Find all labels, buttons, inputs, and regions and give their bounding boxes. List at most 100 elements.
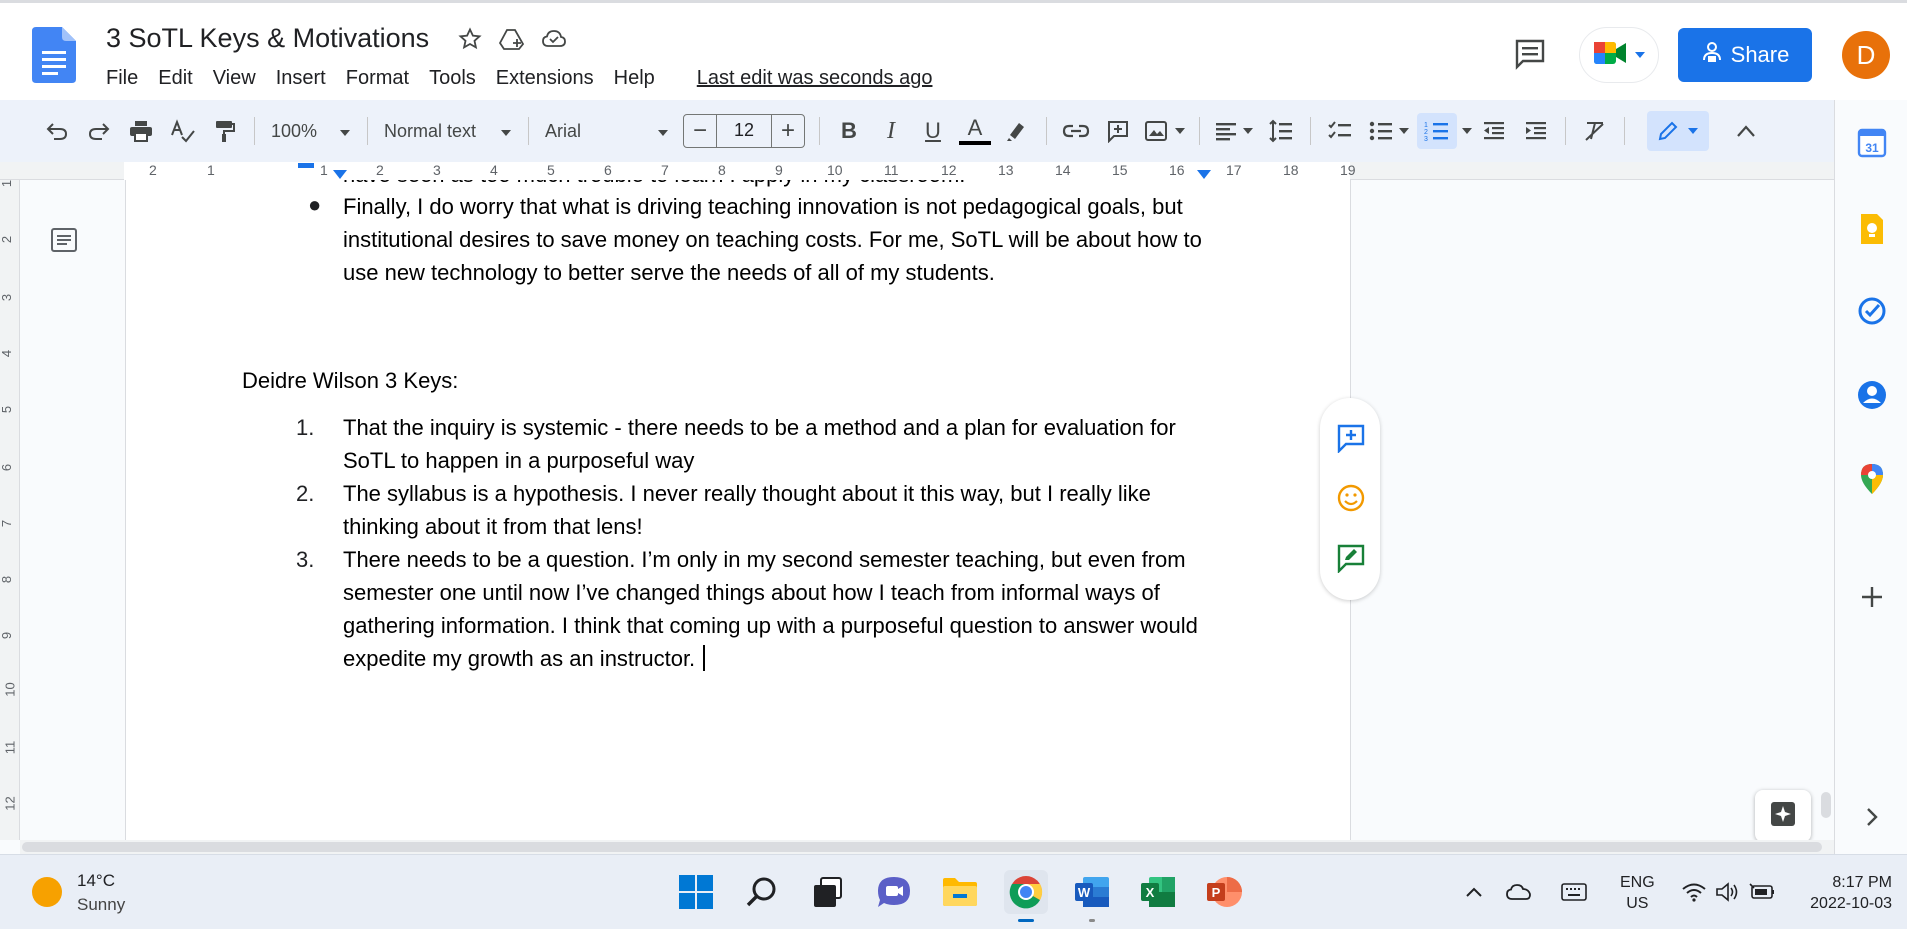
comment-history-icon[interactable] bbox=[1510, 33, 1550, 73]
chevron-up-icon[interactable] bbox=[1452, 870, 1496, 914]
document-outline-icon[interactable] bbox=[50, 226, 78, 254]
insert-link-icon[interactable] bbox=[1055, 111, 1097, 151]
last-edit-link[interactable]: Last edit was seconds ago bbox=[687, 67, 943, 90]
bulleted-list-icon[interactable] bbox=[1361, 111, 1417, 151]
font-size-control: − 12 + bbox=[683, 114, 805, 148]
ruler-number: 7 bbox=[661, 162, 669, 178]
undo-icon[interactable] bbox=[36, 111, 78, 151]
redo-icon[interactable] bbox=[78, 111, 120, 151]
horizontal-scrollbar[interactable] bbox=[20, 840, 1834, 854]
battery-icon[interactable] bbox=[1740, 870, 1784, 914]
chrome-icon[interactable] bbox=[1004, 870, 1048, 922]
decrease-indent-icon[interactable] bbox=[1473, 111, 1515, 151]
menu-edit[interactable]: Edit bbox=[148, 67, 202, 90]
keep-icon[interactable] bbox=[1855, 212, 1889, 246]
account-avatar[interactable]: D bbox=[1842, 31, 1890, 79]
meet-icon bbox=[1592, 38, 1630, 73]
file-explorer-icon[interactable] bbox=[938, 870, 982, 914]
menu-extensions[interactable]: Extensions bbox=[486, 67, 604, 90]
sun-icon[interactable] bbox=[32, 877, 62, 907]
tasks-icon[interactable] bbox=[1855, 294, 1889, 328]
add-addon-icon[interactable] bbox=[1855, 580, 1889, 614]
underline-button[interactable]: U bbox=[912, 111, 954, 151]
menu-format[interactable]: Format bbox=[336, 67, 419, 90]
paragraph-style-select[interactable]: Normal text bbox=[376, 111, 520, 151]
ruler-number: 10 bbox=[2, 682, 18, 697]
share-button[interactable]: Share bbox=[1678, 28, 1812, 82]
line-spacing-icon[interactable] bbox=[1260, 111, 1302, 151]
add-comment-float-icon[interactable] bbox=[1335, 422, 1367, 454]
language-indicator[interactable]: ENG US bbox=[1620, 872, 1655, 914]
emoji-reaction-icon[interactable] bbox=[1335, 482, 1367, 514]
bold-button[interactable]: B bbox=[828, 111, 870, 151]
insert-image-icon[interactable] bbox=[1139, 111, 1191, 151]
vertical-scrollbar-thumb[interactable] bbox=[1821, 792, 1831, 818]
system-clock[interactable]: 8:17 PM 2022-10-03 bbox=[1800, 872, 1892, 914]
weather-condition[interactable]: Sunny bbox=[77, 895, 125, 915]
star-icon[interactable] bbox=[456, 25, 484, 53]
bullet-paragraph[interactable]: Finally, I do worry that what is driving… bbox=[343, 190, 1213, 289]
document-title[interactable]: 3 SoTL Keys & Motivations bbox=[106, 23, 429, 54]
docs-logo-icon[interactable] bbox=[32, 27, 76, 83]
hide-menus-icon[interactable] bbox=[1725, 111, 1767, 151]
ruler-number: 2 bbox=[376, 162, 384, 178]
print-icon[interactable] bbox=[120, 111, 162, 151]
search-icon[interactable] bbox=[740, 870, 784, 914]
numbered-list-button[interactable]: 123 bbox=[1417, 111, 1473, 151]
increase-indent-icon[interactable] bbox=[1515, 111, 1557, 151]
menu-insert[interactable]: Insert bbox=[266, 67, 336, 90]
move-to-drive-icon[interactable] bbox=[498, 25, 526, 53]
list-item[interactable]: There needs to be a question. I’m only i… bbox=[343, 543, 1213, 675]
list-number: 2. bbox=[296, 481, 315, 506]
ruler-number: 6 bbox=[604, 162, 612, 178]
chat-icon[interactable] bbox=[872, 870, 916, 914]
start-button[interactable] bbox=[674, 870, 718, 914]
contacts-icon[interactable] bbox=[1855, 378, 1889, 412]
word-icon[interactable]: W bbox=[1070, 870, 1114, 922]
zoom-select[interactable]: 100% bbox=[263, 111, 359, 151]
svg-text:1: 1 bbox=[1424, 122, 1428, 129]
italic-button[interactable]: I bbox=[870, 111, 912, 151]
align-icon[interactable] bbox=[1208, 111, 1260, 151]
horizontal-scrollbar-thumb[interactable] bbox=[22, 842, 1822, 852]
editing-mode-button[interactable] bbox=[1647, 111, 1709, 151]
meet-button[interactable] bbox=[1579, 27, 1659, 83]
right-indent-marker[interactable] bbox=[1197, 170, 1211, 179]
document-page[interactable]: have seen as too much trouble to learn I… bbox=[125, 180, 1351, 840]
cloud-saved-icon[interactable] bbox=[540, 25, 568, 53]
menu-help[interactable]: Help bbox=[604, 67, 665, 90]
keyboard-icon[interactable] bbox=[1552, 870, 1596, 914]
expand-panel-icon[interactable] bbox=[1855, 800, 1889, 834]
font-family-select[interactable]: Arial bbox=[537, 111, 677, 151]
left-indent-marker[interactable] bbox=[333, 170, 347, 179]
spellcheck-icon[interactable] bbox=[162, 111, 204, 151]
font-size-input[interactable]: 12 bbox=[716, 114, 772, 148]
excel-icon[interactable]: X bbox=[1136, 870, 1180, 914]
decrease-font-size-button[interactable]: − bbox=[684, 117, 716, 145]
powerpoint-icon[interactable]: P bbox=[1202, 870, 1246, 914]
list-item[interactable]: The syllabus is a hypothesis. I never re… bbox=[343, 477, 1213, 543]
calendar-icon[interactable]: 31 bbox=[1855, 126, 1889, 160]
menu-tools[interactable]: Tools bbox=[419, 67, 486, 90]
list-item[interactable]: That the inquiry is systemic - there nee… bbox=[343, 411, 1213, 477]
menu-view[interactable]: View bbox=[203, 67, 266, 90]
first-line-indent-marker[interactable] bbox=[298, 163, 314, 168]
onedrive-icon[interactable] bbox=[1497, 870, 1541, 914]
weather-temperature[interactable]: 14°C bbox=[77, 871, 115, 891]
maps-icon[interactable] bbox=[1855, 462, 1889, 496]
increase-font-size-button[interactable]: + bbox=[772, 117, 804, 145]
add-comment-icon[interactable] bbox=[1097, 111, 1139, 151]
menu-file[interactable]: File bbox=[106, 67, 148, 90]
suggest-edits-icon[interactable] bbox=[1335, 542, 1367, 574]
clear-formatting-icon[interactable] bbox=[1574, 111, 1616, 151]
highlight-color-icon[interactable] bbox=[996, 111, 1038, 151]
explore-button[interactable] bbox=[1755, 790, 1811, 842]
numbered-list-icon: 123 bbox=[1417, 113, 1457, 149]
keys-heading[interactable]: Deidre Wilson 3 Keys: bbox=[242, 364, 458, 397]
paint-format-icon[interactable] bbox=[204, 111, 246, 151]
checklist-icon[interactable] bbox=[1319, 111, 1361, 151]
svg-text:2: 2 bbox=[1424, 129, 1428, 136]
task-view-icon[interactable] bbox=[806, 870, 850, 914]
bullet-icon: ● bbox=[308, 192, 322, 217]
text-color-button[interactable]: A bbox=[954, 111, 996, 151]
